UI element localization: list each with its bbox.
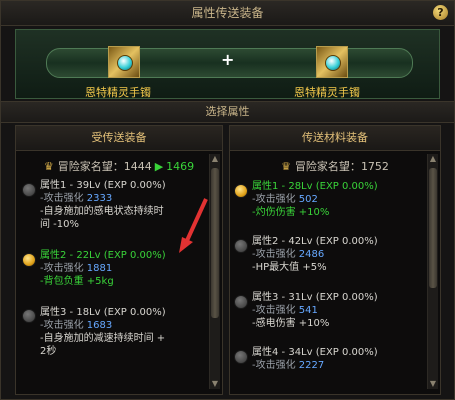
attribute-line: 间 -10% (40, 219, 80, 230)
left-item-slot[interactable] (108, 46, 140, 78)
radio-attribute-4[interactable] (234, 350, 248, 364)
attribute-entry-4[interactable]: 属性4 - 34Lv (EXP 0.00%) -攻击强化 2227 (252, 346, 378, 372)
attribute-line: 2秒 (40, 346, 57, 357)
attribute-line: -自身施加的减速持续时间 + (40, 333, 166, 344)
crown-icon: ♛ (43, 160, 54, 173)
attribute-entry-1[interactable]: 属性1 - 39Lv (EXP 0.00%) -攻击强化 2333 -自身施加的… (40, 179, 166, 231)
reputation-label: 冒险家名望： (57, 160, 124, 173)
right-item-slot[interactable] (316, 46, 348, 78)
receiving-equipment-panel: 受传送装备 ♛ 冒险家名望：1444 ▶ 1469 属性1 - 39Lv (EXP 0… (15, 125, 223, 395)
reputation-label: 冒险家名望： (294, 160, 361, 173)
radio-attribute-2[interactable] (22, 253, 36, 267)
attribute-line: -攻击强化 502 (252, 194, 318, 205)
attribute-line: -感电伤害 +10% (252, 318, 330, 329)
attribute-title: 属性1 - 28Lv (EXP 0.00%) (252, 181, 378, 192)
material-equipment-panel: 传送材料装备 ♛ 冒险家名望：1752 属性1 - 28Lv (EXP 0.00%… (229, 125, 441, 395)
attribute-title: 属性2 - 22Lv (EXP 0.00%) (40, 250, 166, 261)
scroll-thumb[interactable] (211, 168, 219, 318)
attribute-title: 属性4 - 34Lv (EXP 0.00%) (252, 347, 378, 358)
scroll-down-icon[interactable]: ▼ (428, 379, 438, 389)
attribute-line: -攻击强化 2333 (40, 193, 113, 204)
radio-attribute-3[interactable] (22, 309, 36, 323)
radio-attribute-1[interactable] (234, 184, 248, 198)
crown-icon: ♛ (281, 160, 291, 173)
attribute-entry-2[interactable]: 属性2 - 42Lv (EXP 0.00%) -攻击强化 2486 -HP最大值… (252, 235, 378, 274)
attribute-line: -攻击强化 541 (252, 305, 318, 316)
attribute-entry-1[interactable]: 属性1 - 28Lv (EXP 0.00%) -攻击强化 502 -灼伤伤害 +… (252, 180, 378, 219)
reputation-next-value: 1469 (166, 160, 195, 173)
plus-icon: + (221, 50, 235, 69)
panel-header: 传送材料装备 (230, 126, 440, 151)
reputation-value: 1444 (123, 160, 152, 173)
reputation-row: ♛ 冒险家名望：1752 (230, 158, 440, 174)
scroll-up-icon[interactable]: ▲ (428, 154, 438, 164)
scroll-thumb[interactable] (429, 168, 437, 288)
arrow-right-icon: ▶ (154, 160, 164, 173)
left-scrollbar[interactable]: ▲ ▼ (209, 154, 220, 389)
radio-attribute-2[interactable] (234, 239, 248, 253)
reputation-row: ♛ 冒险家名望：1444 ▶ 1469 (16, 158, 222, 174)
attribute-title: 属性2 - 42Lv (EXP 0.00%) (252, 236, 378, 247)
panel-header: 受传送装备 (16, 126, 222, 151)
attribute-entry-2[interactable]: 属性2 - 22Lv (EXP 0.00%) -攻击强化 1881 -背包负重 … (40, 249, 166, 288)
radio-attribute-1[interactable] (22, 183, 36, 197)
section-title: 选择属性 (1, 101, 454, 123)
attribute-transfer-window: 属性传送装备 ? + 恩特精灵手镯 恩特精灵手镯 选择属性 受传送装备 ♛ 冒险家… (0, 0, 455, 400)
bracelet-icon (325, 55, 341, 71)
attribute-entry-3[interactable]: 属性3 - 18Lv (EXP 0.00%) -攻击强化 1683 -自身施加的… (40, 306, 166, 358)
radio-attribute-3[interactable] (234, 295, 248, 309)
attribute-line: -攻击强化 2227 (252, 360, 325, 371)
right-scrollbar[interactable]: ▲ ▼ (427, 154, 438, 389)
attribute-title: 属性3 - 18Lv (EXP 0.00%) (40, 307, 166, 318)
window-title: 属性传送装备 (1, 1, 454, 26)
help-icon[interactable]: ? (433, 5, 448, 20)
attribute-title: 属性3 - 31Lv (EXP 0.00%) (252, 292, 378, 303)
reputation-value: 1752 (360, 160, 389, 173)
scroll-down-icon[interactable]: ▼ (210, 379, 220, 389)
attribute-line: -背包负重 +5kg (40, 276, 114, 287)
right-item-name: 恩特精灵手镯 (294, 86, 360, 99)
attribute-line: -灼伤伤害 +10% (252, 207, 330, 218)
attribute-entry-3[interactable]: 属性3 - 31Lv (EXP 0.00%) -攻击强化 541 -感电伤害 +… (252, 291, 378, 330)
bracelet-icon (117, 55, 133, 71)
attribute-line: -HP最大值 +5% (252, 262, 327, 273)
attribute-line: -攻击强化 1881 (40, 263, 113, 274)
attribute-line: -攻击强化 2486 (252, 249, 325, 260)
attribute-line: -自身施加的感电状态持续时 (40, 206, 164, 217)
attribute-title: 属性1 - 39Lv (EXP 0.00%) (40, 180, 166, 191)
attribute-line: -攻击强化 1683 (40, 320, 113, 331)
scroll-up-icon[interactable]: ▲ (210, 154, 220, 164)
left-item-name: 恩特精灵手镯 (85, 86, 151, 99)
red-arrow-annotation-icon (179, 198, 208, 253)
